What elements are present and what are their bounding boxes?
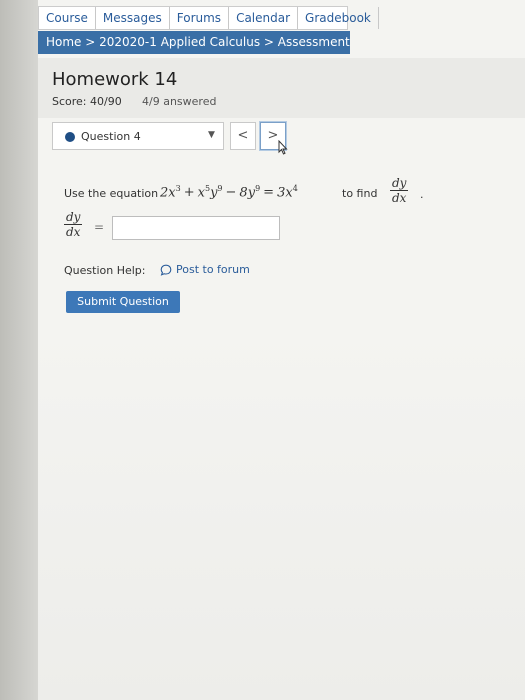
left-edge-shadow [0,0,38,700]
score-text: Score: 40/90 [52,95,122,108]
derivative-numerator: dy [390,176,409,191]
answered-count: 4/9 answered [142,95,217,108]
answer-numerator: dy [64,210,83,225]
prompt-tail-text: to find [342,187,378,200]
speech-bubble-icon [160,264,172,276]
derivative-fraction: dy dx [390,176,409,205]
breadcrumb[interactable]: Home > 202020-1 Applied Calculus > Asses… [38,31,350,54]
answer-input[interactable] [112,216,280,240]
mouse-pointer-icon [278,140,288,155]
question-prompt: Use the equation 2x3 + x5y9−8y9 = 3x4 to fin… [64,176,444,210]
nav-tab-calendar[interactable]: Calendar [229,7,299,29]
previous-question-button[interactable]: < [230,122,256,150]
nav-tab-forums[interactable]: Forums [170,7,230,29]
caret-down-icon: ▼ [208,130,215,140]
top-nav: Course Messages Forums Calendar Gradeboo… [38,6,379,30]
answer-denominator: dx [66,225,81,239]
prompt-lead-text: Use the equation [64,187,159,200]
assignment-header: Homework 14 Score: 40/90 4/9 answered [38,58,525,118]
nav-tab-messages[interactable]: Messages [96,7,170,29]
question-help-label: Question Help: [64,264,146,277]
prompt-period: . [420,188,424,201]
submit-question-button[interactable]: Submit Question [66,291,180,313]
nav-tab-gradebook[interactable]: Gradebook [298,7,379,29]
post-to-forum-text: Post to forum [176,263,250,276]
post-to-forum-link[interactable]: Post to forum [160,263,250,276]
equation-expression: 2x3 + x5y9−8y9 = 3x4 [160,184,298,201]
nav-tab-course[interactable]: Course [39,7,96,29]
question-status-dot-icon [65,132,75,142]
question-select-value: Question 4 [81,130,141,143]
assessment-page: Course Messages Forums Calendar Gradeboo… [38,0,525,700]
equals-sign: = [94,220,105,234]
page-background [38,330,525,700]
answer-derivative-label: dy dx [64,210,83,239]
question-select[interactable]: Question 4 ▼ [52,122,224,150]
derivative-denominator: dx [392,191,407,205]
page-title: Homework 14 [52,69,178,90]
